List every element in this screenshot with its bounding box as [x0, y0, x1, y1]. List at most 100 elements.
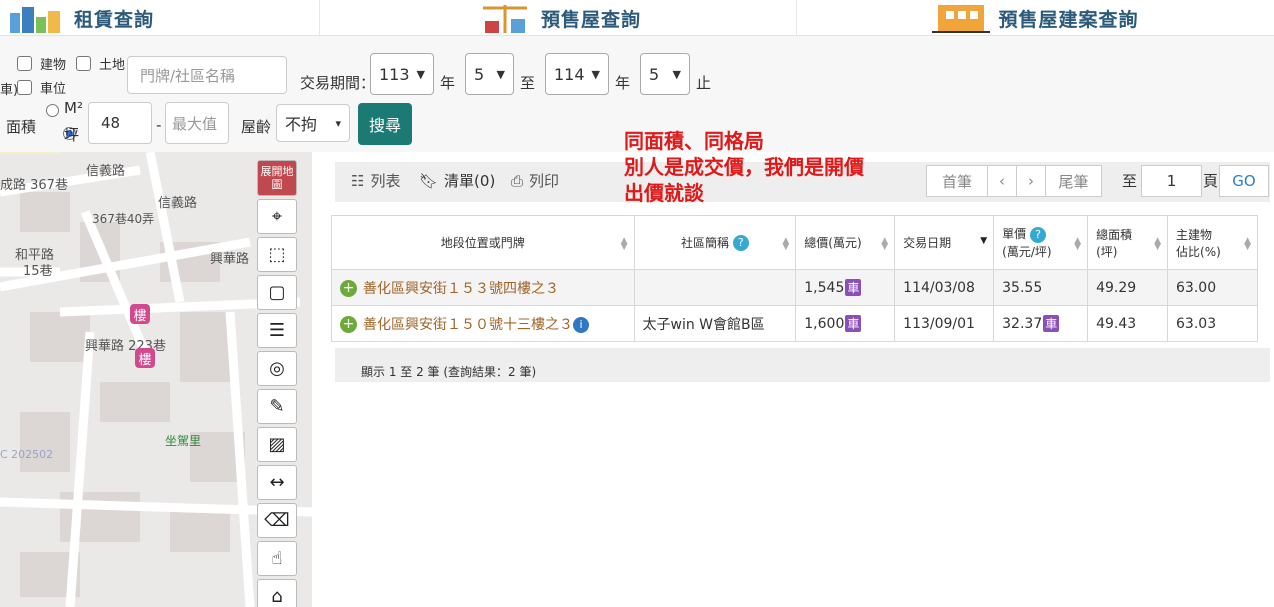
- prev-page-button[interactable]: ‹: [987, 165, 1017, 197]
- radio-m2-label: M²: [64, 99, 83, 117]
- map-label: C 202502: [0, 448, 54, 461]
- end-month-value: 5: [649, 64, 660, 84]
- go-button[interactable]: GO: [1219, 165, 1269, 197]
- help-icon[interactable]: ?: [732, 235, 749, 252]
- tab-presale-project[interactable]: 預售屋建案查詢: [797, 0, 1274, 36]
- map-toolbar: 展開地圖 ⌖ ⬚ ▢ ☰ ◎ ✎ ▨ ↔ ⌫ ☝ ⌂: [257, 160, 297, 607]
- end-label: 止: [696, 74, 712, 92]
- building-poi-icon[interactable]: 樓: [130, 304, 150, 324]
- pin-icon[interactable]: ⌖: [257, 199, 297, 234]
- tab-presale-label: 預售屋查詢: [540, 8, 641, 31]
- checkbox-land[interactable]: [76, 56, 91, 71]
- help-icon[interactable]: ?: [1029, 226, 1046, 243]
- col-main-ratio[interactable]: 主建物 佔比(%) ▲ ▼: [1167, 215, 1258, 270]
- expand-map-label: 展開地圖: [260, 165, 294, 191]
- car-badge[interactable]: 車: [1043, 315, 1060, 332]
- start-month-select[interactable]: 5 ▼: [465, 53, 514, 95]
- expand-plus-icon[interactable]: +: [340, 280, 357, 297]
- map-label: 信義路: [158, 196, 198, 211]
- start-year-select[interactable]: 113 ▼: [370, 53, 434, 95]
- eraser-icon[interactable]: ⌫: [257, 503, 297, 538]
- search-button[interactable]: 搜尋: [358, 103, 412, 145]
- map-label: 坐駕里: [165, 434, 202, 448]
- sort-icon: ▲ ▼: [782, 236, 790, 252]
- pointer-icon[interactable]: ☝: [257, 541, 297, 576]
- cell-area: 49.29: [1087, 269, 1169, 306]
- cell-date: 114/03/08: [894, 269, 995, 306]
- building-poi-icon[interactable]: 樓: [135, 348, 155, 368]
- period-label: 交易期間：: [300, 74, 376, 92]
- address-input[interactable]: 門牌/社區名稱: [127, 56, 287, 94]
- col-community[interactable]: 社區簡稱 ? ▲ ▼: [633, 215, 797, 270]
- end-month-select[interactable]: 5 ▼: [640, 53, 690, 95]
- age-select[interactable]: 不拘 ▾: [276, 104, 350, 142]
- col-date[interactable]: 交易日期 ▼: [894, 215, 995, 270]
- sort-desc-icon: ▼: [980, 236, 988, 246]
- map-label: 成路 367巷: [0, 178, 68, 193]
- end-year-select[interactable]: 114 ▼: [545, 53, 609, 95]
- first-page-button[interactable]: 首筆: [926, 165, 988, 197]
- rectangle-icon[interactable]: ▢: [257, 275, 297, 310]
- car-badge[interactable]: 車: [845, 279, 862, 296]
- print-label: 列印: [529, 172, 560, 190]
- cell-unit: 35.55: [993, 269, 1089, 306]
- last-page-button[interactable]: 尾筆: [1045, 165, 1102, 197]
- radio-ping-label: 坪: [64, 126, 80, 144]
- radio-m2[interactable]: [46, 104, 59, 117]
- col-unit-price[interactable]: 單價 ? (萬元/坪) ▲ ▼: [993, 215, 1089, 270]
- info-icon[interactable]: i: [573, 316, 589, 333]
- sort-icon: ▲ ▼: [620, 236, 628, 252]
- chevron-down-icon: ▼: [416, 67, 425, 81]
- cell-main: 63.00: [1167, 269, 1258, 306]
- list-label: 列表: [370, 172, 401, 190]
- chevron-down-icon: ▼: [496, 67, 505, 81]
- col-unit-price-label: 單價: [1002, 227, 1027, 242]
- car-badge[interactable]: 車: [845, 315, 862, 332]
- layers-icon[interactable]: ☰: [257, 313, 297, 348]
- checkbox-land-label: 土地: [99, 58, 126, 73]
- col-area-label: 總面積: [1096, 227, 1133, 242]
- list-view-button[interactable]: ☷ 列表: [351, 170, 400, 191]
- select-area-icon[interactable]: ⬚: [257, 237, 297, 272]
- map-label: 信義路: [86, 164, 126, 179]
- page-input[interactable]: 1: [1141, 165, 1202, 197]
- city-icon: [8, 3, 66, 33]
- cell-address[interactable]: + 善化區興安街１５３號四樓之３: [331, 269, 635, 306]
- address-link[interactable]: 善化區興安街１５０號十三樓之３: [363, 317, 573, 333]
- checkbox-parking[interactable]: [17, 80, 32, 95]
- area-max-input[interactable]: 最大值: [165, 102, 229, 144]
- checkbox-building[interactable]: [17, 56, 32, 71]
- tab-presale[interactable]: 預售屋查詢: [320, 0, 797, 36]
- next-page-button[interactable]: ›: [1016, 165, 1046, 197]
- col-address-label: 地段位置或門牌: [440, 236, 525, 250]
- area-min-input[interactable]: 48: [88, 102, 152, 144]
- draw-icon[interactable]: ✎: [257, 389, 297, 424]
- cell-total: 1,545 車: [795, 269, 896, 306]
- col-area[interactable]: 總面積 (坪) ▲ ▼: [1087, 215, 1169, 270]
- bookmark-button[interactable]: 🔖︎ 清單(0): [419, 170, 495, 191]
- locate-icon[interactable]: ◎: [257, 351, 297, 386]
- map-label: 367巷40弄: [92, 212, 155, 226]
- table-row[interactable]: + 善化區興安街１５０號十三樓之３ i 太子win W會館B區 1,600 車 113…: [331, 305, 1258, 342]
- landmark-icon[interactable]: ⌂: [257, 579, 297, 607]
- col-address[interactable]: 地段位置或門牌 ▲ ▼: [331, 215, 635, 270]
- annotation-note: 同面積、同格局 別人是成交價，我們是開價 出價就談: [624, 128, 864, 206]
- expand-plus-icon[interactable]: +: [340, 316, 357, 333]
- bookmark-label: 清單(0): [444, 172, 496, 190]
- hatch-icon[interactable]: ▨: [257, 427, 297, 462]
- col-total[interactable]: 總價(萬元) ▲ ▼: [795, 215, 896, 270]
- total-value: 1,545: [804, 280, 845, 296]
- bookmark-icon: 🔖︎: [419, 171, 439, 190]
- area-label: 面積: [6, 118, 37, 136]
- address-link[interactable]: 善化區興安街１５３號四樓之３: [363, 281, 559, 297]
- measure-icon[interactable]: ↔: [257, 465, 297, 500]
- expand-map-button[interactable]: 展開地圖: [257, 160, 297, 196]
- area-dash: -: [156, 116, 162, 134]
- age-label: 屋齡: [241, 118, 272, 136]
- chevron-down-icon: ▼: [672, 67, 681, 81]
- tab-rental[interactable]: 租賃查詢: [0, 0, 320, 36]
- cell-address[interactable]: + 善化區興安街１５０號十三樓之３ i: [331, 305, 635, 342]
- table-row[interactable]: + 善化區興安街１５３號四樓之３ 1,545 車 114/03/08 35.55 4…: [331, 269, 1258, 306]
- cut-off-label: 車): [0, 83, 19, 98]
- print-button[interactable]: ⎙ 列印: [511, 170, 559, 191]
